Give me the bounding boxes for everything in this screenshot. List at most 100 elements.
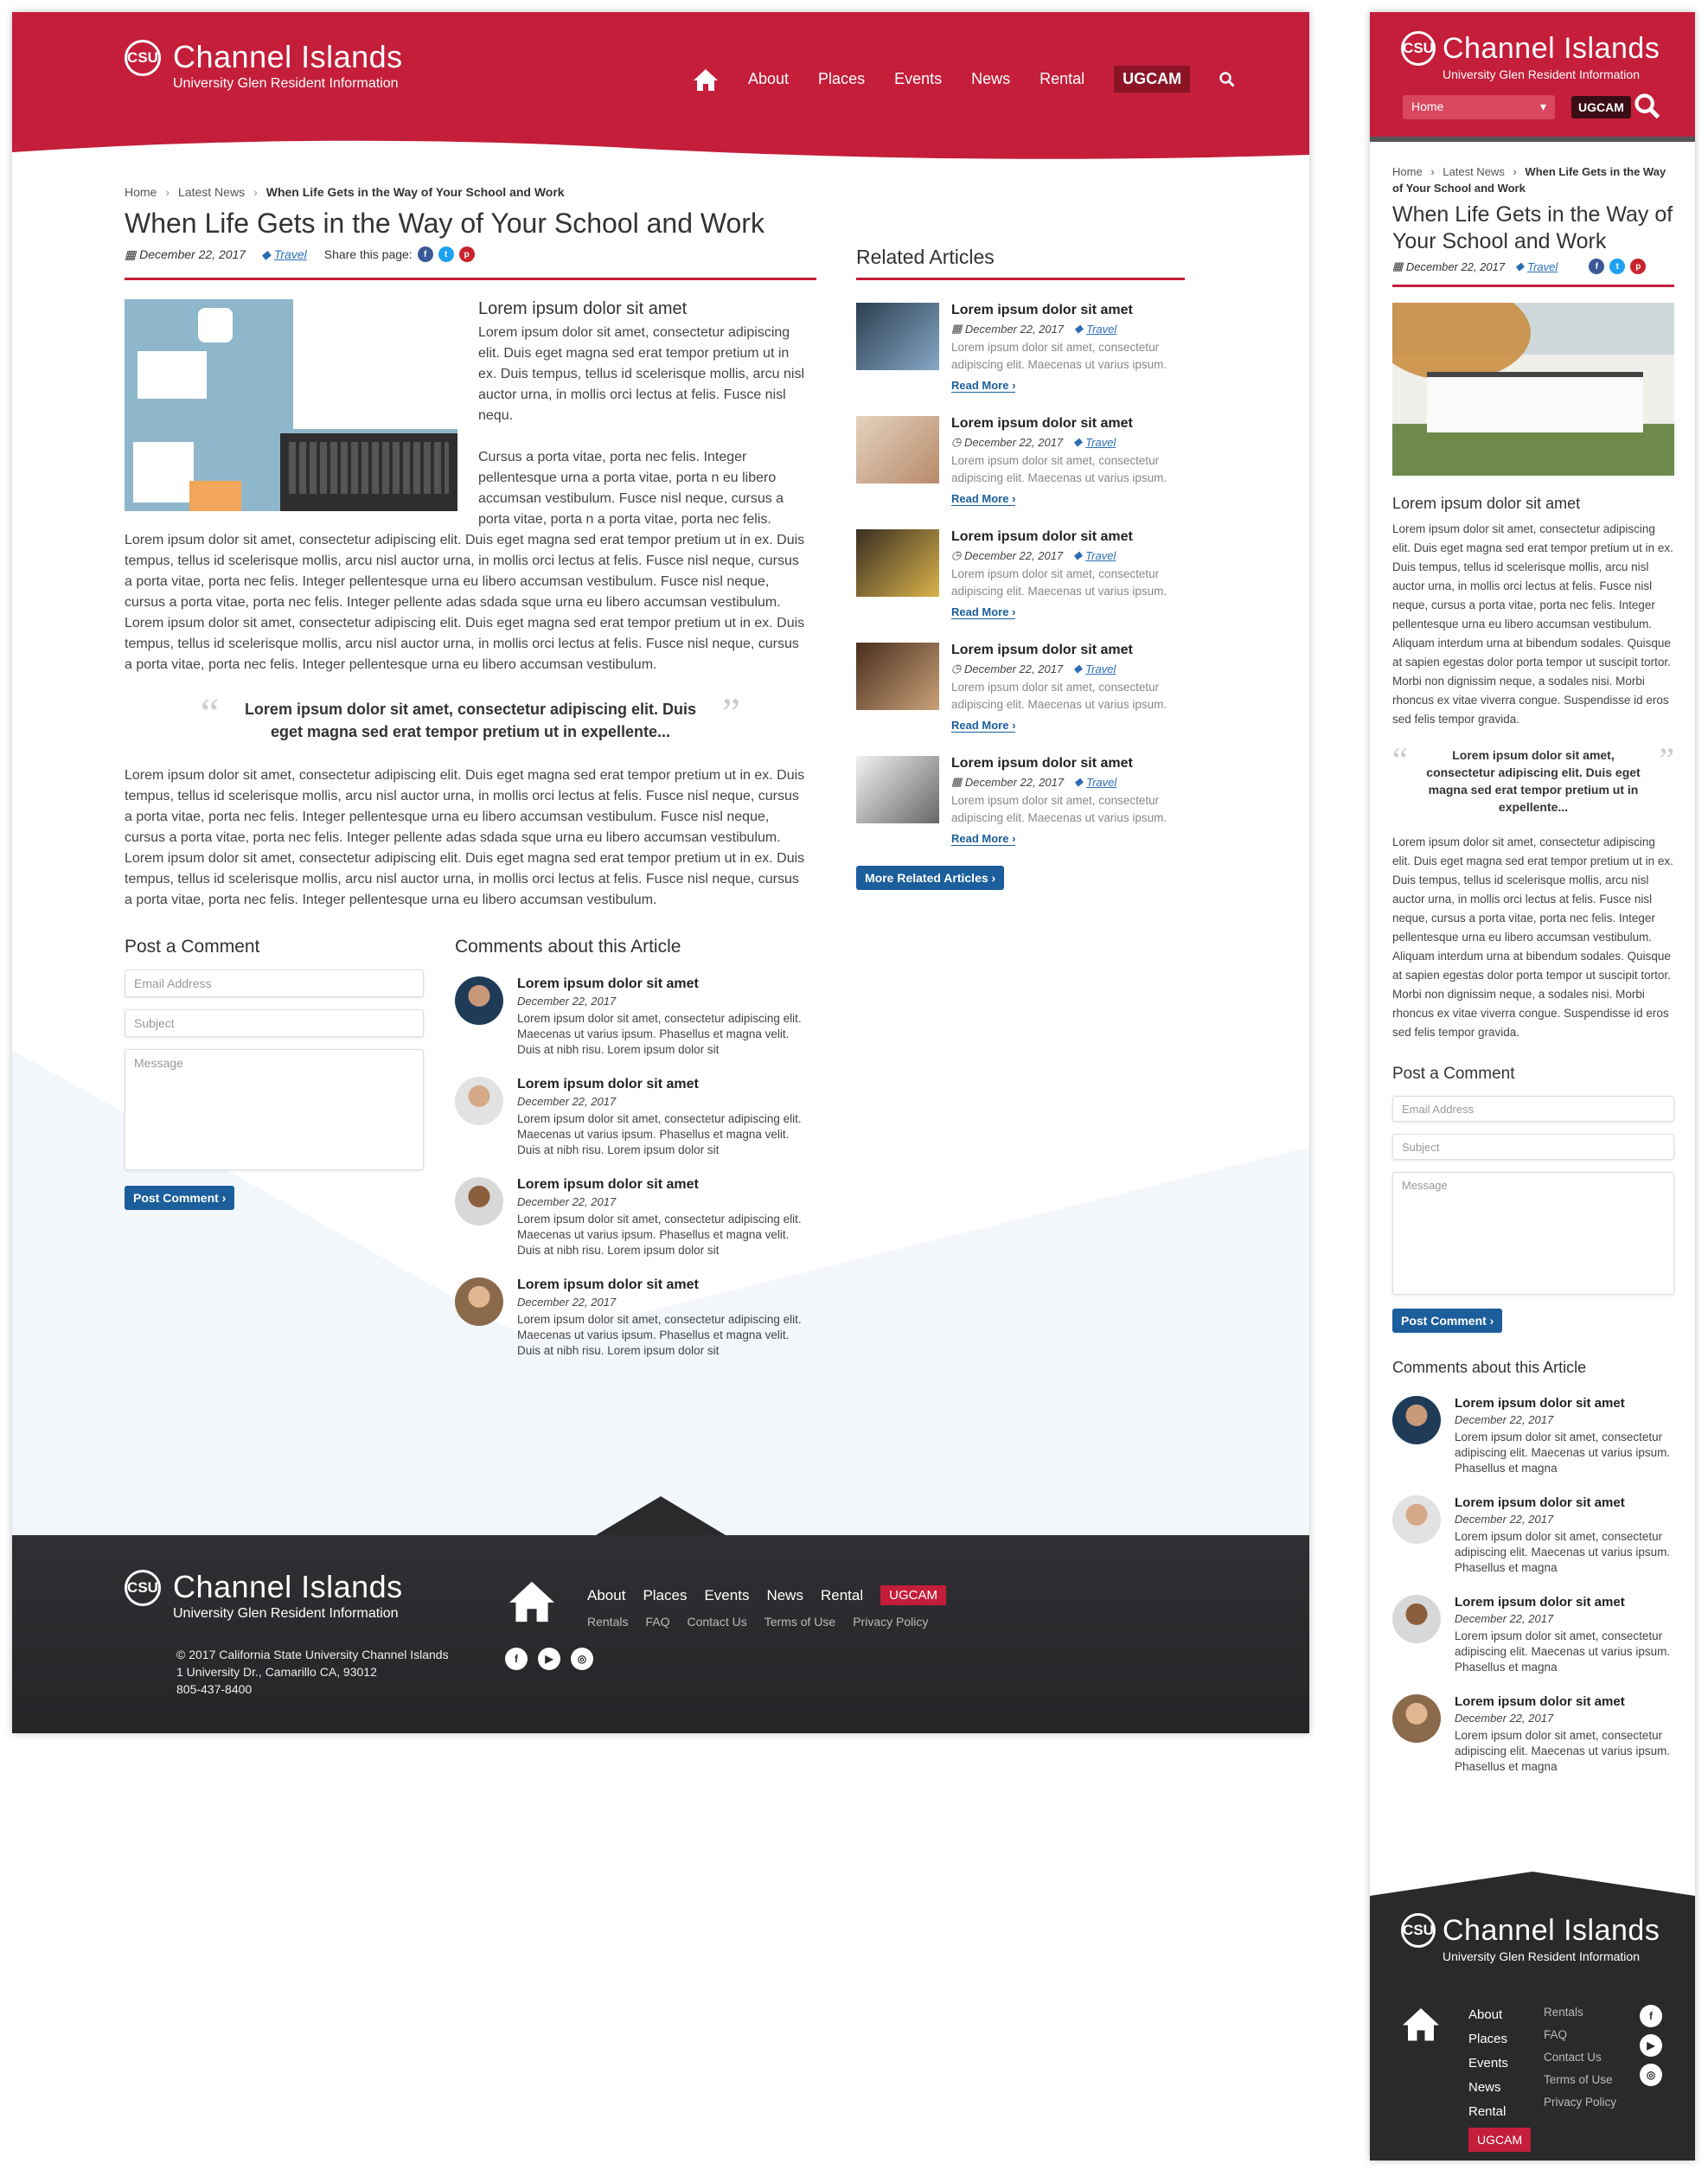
read-more-link[interactable]: Read More › [951,379,1016,393]
mobile-post-comment-button[interactable]: Post Comment › [1392,1309,1503,1333]
tag-icon: ◆ [1073,662,1083,675]
footer-terms[interactable]: Terms of Use [764,1615,835,1629]
facebook-icon[interactable]: f [1640,2005,1662,2027]
instagram-icon[interactable]: ◎ [571,1648,593,1670]
facebook-icon[interactable]: f [1589,259,1605,274]
home-icon[interactable] [505,1578,559,1623]
footer-site-name: Channel Islands [173,1569,403,1604]
related-category[interactable]: Travel [1085,436,1116,449]
footer-logo[interactable]: CSU Channel Islands University Glen Resid… [125,1570,403,1622]
breadcrumb-section[interactable]: Latest News [178,185,245,199]
comment-item: Lorem ipsum dolor sit amet December 22, 2… [455,1077,809,1158]
category-link[interactable]: Travel [1527,260,1558,273]
share-label: Share this page: [323,247,413,261]
nav-ugcam[interactable]: UGCAM [1114,66,1191,93]
read-more-link[interactable]: Read More › [951,832,1016,846]
post-comment-button[interactable]: Post Comment › [125,1186,235,1210]
pinterest-icon[interactable]: p [1630,259,1647,274]
footer-faq[interactable]: FAQ [645,1615,669,1629]
footer-privacy[interactable]: Privacy Policy [1544,2091,1616,2114]
footer-rentals[interactable]: Rentals [587,1615,628,1629]
home-icon[interactable] [693,67,719,92]
related-item-title[interactable]: Lorem ipsum dolor sit amet [951,529,1202,545]
nav-rental[interactable]: Rental [1040,70,1084,88]
footer-contact-us[interactable]: Contact Us [1544,2046,1616,2069]
related-category[interactable]: Travel [1086,776,1116,789]
related-thumbnail[interactable] [856,756,939,823]
mobile-nav-select[interactable]: Home ▾ [1403,95,1555,119]
footer-faq[interactable]: FAQ [1544,2024,1616,2046]
related-item-title[interactable]: Lorem ipsum dolor sit amet [951,303,1202,318]
comments-section: Post a Comment Email Address Subject Mes… [125,937,816,1359]
footer-privacy[interactable]: Privacy Policy [853,1615,928,1629]
footer-events[interactable]: Events [1468,2052,1531,2076]
nav-about[interactable]: About [748,70,789,88]
read-more-label: Read More [951,605,1009,618]
mobile-header: CSU Channel Islands University Glen Resid… [1370,12,1695,142]
email-field[interactable]: Email Address [125,970,424,997]
twitter-icon[interactable]: t [1609,259,1626,274]
footer-ugcam[interactable]: UGCAM [1468,2128,1532,2152]
footer-contact-us[interactable]: Contact Us [687,1615,746,1629]
footer-terms[interactable]: Terms of Use [1544,2069,1616,2091]
related-item-title[interactable]: Lorem ipsum dolor sit amet [951,416,1202,432]
breadcrumb-home[interactable]: Home [1392,165,1423,178]
youtube-icon[interactable]: ▶ [1640,2034,1662,2057]
footer-news[interactable]: News [1468,2076,1531,2100]
category-link[interactable]: Travel [274,247,307,261]
related-date: December 22, 2017 [963,548,1064,562]
home-icon[interactable] [1401,2006,1441,2042]
youtube-icon[interactable]: ▶ [538,1648,560,1670]
comment-text: Lorem ipsum dolor sit amet, consectetur … [1455,1629,1671,1674]
footer-events[interactable]: Events [704,1587,749,1604]
twitter-icon[interactable]: t [438,246,454,262]
mobile-message-field[interactable]: Message [1392,1172,1674,1295]
footer-rental[interactable]: Rental [1468,2100,1531,2124]
related-thumbnail[interactable] [856,416,939,483]
breadcrumb-home[interactable]: Home [125,185,157,199]
footer-ugcam[interactable]: UGCAM [880,1585,946,1605]
footer-places[interactable]: Places [1468,2027,1531,2052]
pinterest-icon[interactable]: p [458,246,475,262]
facebook-icon[interactable]: f [505,1648,528,1670]
comment-text: Lorem ipsum dolor sit amet, consectetur … [517,1213,802,1257]
breadcrumb-section[interactable]: Latest News [1443,165,1505,178]
footer-rentals[interactable]: Rentals [1544,2001,1616,2024]
mobile-ugcam[interactable]: UGCAM [1571,96,1631,118]
search-icon[interactable] [1634,93,1660,119]
nav-places[interactable]: Places [818,70,865,88]
related-item-title[interactable]: Lorem ipsum dolor sit amet [951,756,1202,771]
nav-news[interactable]: News [971,70,1010,88]
related-thumbnail[interactable] [856,529,939,597]
footer-about[interactable]: About [587,1587,625,1604]
instagram-icon[interactable]: ◎ [1640,2064,1662,2086]
mobile-footer-nav: About Places Events News Rental UGCAM [1468,2003,1532,2153]
more-related-button[interactable]: More Related Articles › [856,866,1005,890]
related-category[interactable]: Travel [1085,549,1116,562]
footer-about[interactable]: About [1468,2003,1531,2027]
related-category[interactable]: Travel [1086,323,1116,336]
related-articles: Related Articles Lorem ipsum dolor sit a… [856,246,1202,890]
mobile-footer-logo[interactable]: CSU Channel Islands University Glen Resid… [1401,1913,1660,1963]
read-more-link[interactable]: Read More › [951,719,1016,733]
related-thumbnail[interactable] [856,643,939,710]
search-icon[interactable] [1219,71,1235,87]
mobile-logo[interactable]: CSU Channel Islands University Glen Resid… [1401,31,1660,81]
footer-rental[interactable]: Rental [821,1587,863,1604]
subject-field[interactable]: Subject [125,1009,424,1037]
related-category[interactable]: Travel [1085,663,1116,675]
message-field[interactable]: Message [125,1049,424,1170]
mobile-email-field[interactable]: Email Address [1392,1096,1674,1122]
mobile-subject-field[interactable]: Subject [1392,1134,1674,1160]
related-date: December 22, 2017 [963,435,1064,449]
related-text: Lorem ipsum dolor sit amet, consectetur … [951,567,1167,598]
facebook-icon[interactable]: f [417,246,433,262]
related-item-title[interactable]: Lorem ipsum dolor sit amet [951,643,1202,658]
site-logo[interactable]: CSU Channel Islands University Glen Resi… [125,40,403,92]
related-thumbnail[interactable] [856,303,939,370]
read-more-link[interactable]: Read More › [951,492,1016,506]
footer-news[interactable]: News [766,1587,803,1604]
nav-events[interactable]: Events [894,70,942,88]
footer-places[interactable]: Places [643,1587,687,1604]
read-more-link[interactable]: Read More › [951,605,1016,619]
